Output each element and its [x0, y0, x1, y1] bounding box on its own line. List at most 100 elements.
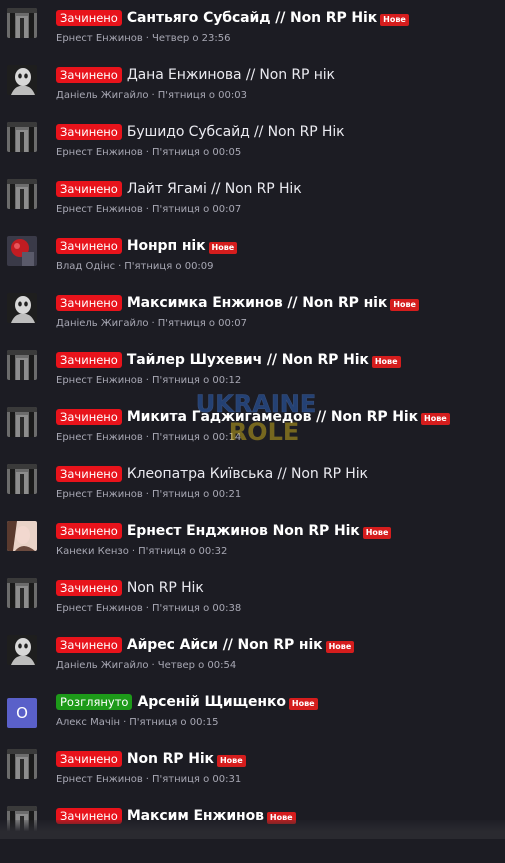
thread-meta: Ернест Енжинов · П'ятниця о 00:05	[56, 147, 241, 158]
status-prefix-badge[interactable]: Зачинено	[56, 466, 122, 482]
thread-author-link[interactable]: Даніель Жигайло	[56, 660, 149, 671]
status-prefix-badge[interactable]: Зачинено	[56, 124, 122, 140]
thread-title-link[interactable]: Non RP Нік	[127, 580, 204, 596]
thread-date-link[interactable]: П'ятниця о 00:38	[152, 603, 241, 614]
meta-separator: ·	[131, 546, 136, 557]
thread-author-link[interactable]: Влад Одінс	[56, 261, 115, 272]
status-prefix-badge[interactable]: Зачинено	[56, 295, 122, 311]
status-prefix-badge[interactable]: Зачинено	[56, 637, 122, 653]
thread-title-link[interactable]: Бушидо Субсайд // Non RP Нік	[127, 124, 345, 140]
ghost-face-icon[interactable]	[7, 293, 37, 323]
thread-row[interactable]: Зачинено Микита Гаджигамедов // Non RP Ні…	[0, 407, 505, 464]
thread-date-link[interactable]: Четвер о 00:54	[158, 660, 237, 671]
thread-title-link[interactable]: Лайт Ягамі // Non RP Нік	[127, 181, 302, 197]
thread-author-link[interactable]: Ернест Енжинов	[56, 489, 143, 500]
thread-row[interactable]: Зачинено Сантьяго Субсайд // Non RP Нік Но…	[0, 8, 505, 65]
thread-meta: Алекс Мачін · П'ятниця о 00:15	[56, 717, 219, 728]
dark-curtain-icon[interactable]	[7, 179, 37, 209]
thread-row[interactable]: Зачинено Нонрп нік Нове Влад Одінс · П'ятниця…	[0, 236, 505, 293]
thread-meta: Ернест Енжинов · П'ятниця о 00:07	[56, 204, 241, 215]
thread-title-link[interactable]: Максимка Енжинов // Non RP нік	[127, 295, 388, 311]
thread-title-link[interactable]: Сантьяго Субсайд // Non RP Нік	[127, 10, 377, 26]
meta-separator: ·	[123, 717, 127, 728]
status-prefix-badge[interactable]: Зачинено	[56, 181, 122, 197]
thread-title-link[interactable]: Дана Енжинова // Non RP нік	[127, 67, 335, 83]
thread-title-line: Зачинено Микита Гаджигамедов // Non RP Ні…	[56, 407, 450, 427]
status-prefix-badge[interactable]: Зачинено	[56, 409, 122, 425]
red-figure-icon[interactable]	[7, 236, 37, 266]
meta-separator: ·	[145, 375, 149, 386]
dark-curtain-icon[interactable]	[7, 350, 37, 380]
thread-row[interactable]: Зачинено Non RP Нік Ернест Енжинов · П'ятниц…	[0, 578, 505, 635]
thread-author-link[interactable]: Ернест Енжинов	[56, 432, 143, 443]
new-badge: Нове	[371, 355, 401, 368]
status-prefix-badge[interactable]: Зачинено	[56, 67, 122, 83]
thread-date-link[interactable]: П'ятниця о 00:14	[152, 432, 241, 443]
thread-row[interactable]: Зачинено Айрес Айси // Non RP нік Нове Дані…	[0, 635, 505, 692]
thread-title-line: Зачинено Non RP Нік	[56, 578, 204, 598]
dark-curtain-icon[interactable]	[7, 8, 37, 38]
dark-curtain-icon[interactable]	[7, 407, 37, 437]
status-prefix-badge[interactable]: Зачинено	[56, 238, 122, 254]
dark-curtain-icon[interactable]	[7, 122, 37, 152]
thread-date-link[interactable]: П'ятниця о 00:05	[152, 147, 241, 158]
thread-row[interactable]: Зачинено Тайлер Шухевич // Non RP Нік Нове…	[0, 350, 505, 407]
thread-title-link[interactable]: Микита Гаджигамедов // Non RP Нік	[127, 409, 418, 425]
thread-author-link[interactable]: Ернест Енжинов	[56, 33, 143, 44]
thread-meta: Ернест Енжинов · П'ятниця о 00:12	[56, 375, 241, 386]
thread-author-link[interactable]: Ернест Енжинов	[56, 204, 143, 215]
thread-date-link[interactable]: П'ятниця о 00:12	[152, 375, 241, 386]
pink-portrait-icon[interactable]	[7, 521, 37, 551]
thread-row[interactable]: О Розглянуто Арсеній Щищенко Нове Алекс Мачі…	[0, 692, 505, 749]
avatar-letter[interactable]: О	[7, 698, 37, 728]
thread-date-link[interactable]: П'ятниця о 00:07	[158, 318, 247, 329]
thread-row[interactable]: Зачинено Дана Енжинова // Non RP нік Даніе…	[0, 65, 505, 122]
thread-author-link[interactable]: Ернест Енжинов	[56, 147, 143, 158]
thread-date-link[interactable]: Четвер о 23:56	[152, 33, 231, 44]
thread-author-link[interactable]: Алекс Мачін	[56, 717, 120, 728]
thread-author-link[interactable]: Ернест Енжинов	[56, 375, 143, 386]
thread-row[interactable]: Зачинено Максимка Енжинов // Non RP нік Но…	[0, 293, 505, 350]
meta-separator: ·	[145, 33, 149, 44]
status-prefix-badge[interactable]: Зачинено	[56, 10, 122, 26]
status-prefix-badge[interactable]: Зачинено	[56, 523, 122, 539]
thread-title-link[interactable]: Non RP Нік	[127, 751, 214, 767]
thread-date-link[interactable]: П'ятниця о 00:31	[152, 774, 241, 785]
status-prefix-badge[interactable]: Розглянуто	[56, 694, 133, 710]
thread-author-link[interactable]: Даніель Жигайло	[56, 318, 149, 329]
new-badge: Нове	[421, 412, 450, 425]
new-badge: Нове	[362, 526, 392, 539]
new-badge: Нове	[208, 241, 238, 254]
thread-title-link[interactable]: Арсеній Щищенко	[137, 694, 286, 710]
status-prefix-badge[interactable]: Зачинено	[56, 580, 122, 596]
ghost-face-icon[interactable]	[7, 635, 37, 665]
dark-curtain-icon[interactable]	[7, 578, 37, 608]
thread-title-link[interactable]: Айрес Айси // Non RP нік	[127, 637, 323, 653]
thread-date-link[interactable]: П'ятниця о 00:09	[124, 261, 213, 272]
status-prefix-badge[interactable]: Зачинено	[56, 751, 122, 767]
thread-date-link[interactable]: П'ятниця о 00:03	[158, 90, 247, 101]
thread-title-link[interactable]: Тайлер Шухевич // Non RP Нік	[127, 352, 369, 368]
thread-date-link[interactable]: П'ятниця о 00:15	[129, 717, 218, 728]
thread-title-line: Зачинено Ернест Енджинов Non RP Нік Нове	[56, 521, 392, 541]
thread-author-link[interactable]: Ернест Енжинов	[56, 603, 143, 614]
thread-row[interactable]: Зачинено Клеопатра Київська // Non RP Нік…	[0, 464, 505, 521]
thread-title-link[interactable]: Нонрп нік	[127, 238, 206, 254]
thread-date-link[interactable]: П'ятниця о 00:21	[152, 489, 241, 500]
thread-title-link[interactable]: Клеопатра Київська // Non RP Нік	[127, 466, 368, 482]
thread-author-link[interactable]: Даніель Жигайло	[56, 90, 149, 101]
meta-separator: ·	[151, 318, 155, 329]
thread-row[interactable]: Зачинено Лайт Ягамі // Non RP Нік Ернест Е…	[0, 179, 505, 236]
thread-row[interactable]: Зачинено Non RP Нік Нове Ернест Енжинов · П'я…	[0, 749, 505, 806]
thread-date-link[interactable]: П'ятниця о 00:32	[138, 546, 227, 557]
thread-author-link[interactable]: Канеки Кензо	[56, 546, 129, 557]
thread-row[interactable]: Зачинено Бушидо Субсайд // Non RP Нік Ерне…	[0, 122, 505, 179]
thread-date-link[interactable]: П'ятниця о 00:07	[152, 204, 241, 215]
ghost-face-icon[interactable]	[7, 65, 37, 95]
thread-row[interactable]: Зачинено Ернест Енджинов Non RP Нік Нове Ка…	[0, 521, 505, 578]
thread-author-link[interactable]: Ернест Енжинов	[56, 774, 143, 785]
thread-title-link[interactable]: Ернест Енджинов Non RP Нік	[127, 523, 360, 539]
dark-curtain-icon[interactable]	[7, 464, 37, 494]
dark-curtain-icon[interactable]	[7, 749, 37, 779]
status-prefix-badge[interactable]: Зачинено	[56, 352, 122, 368]
